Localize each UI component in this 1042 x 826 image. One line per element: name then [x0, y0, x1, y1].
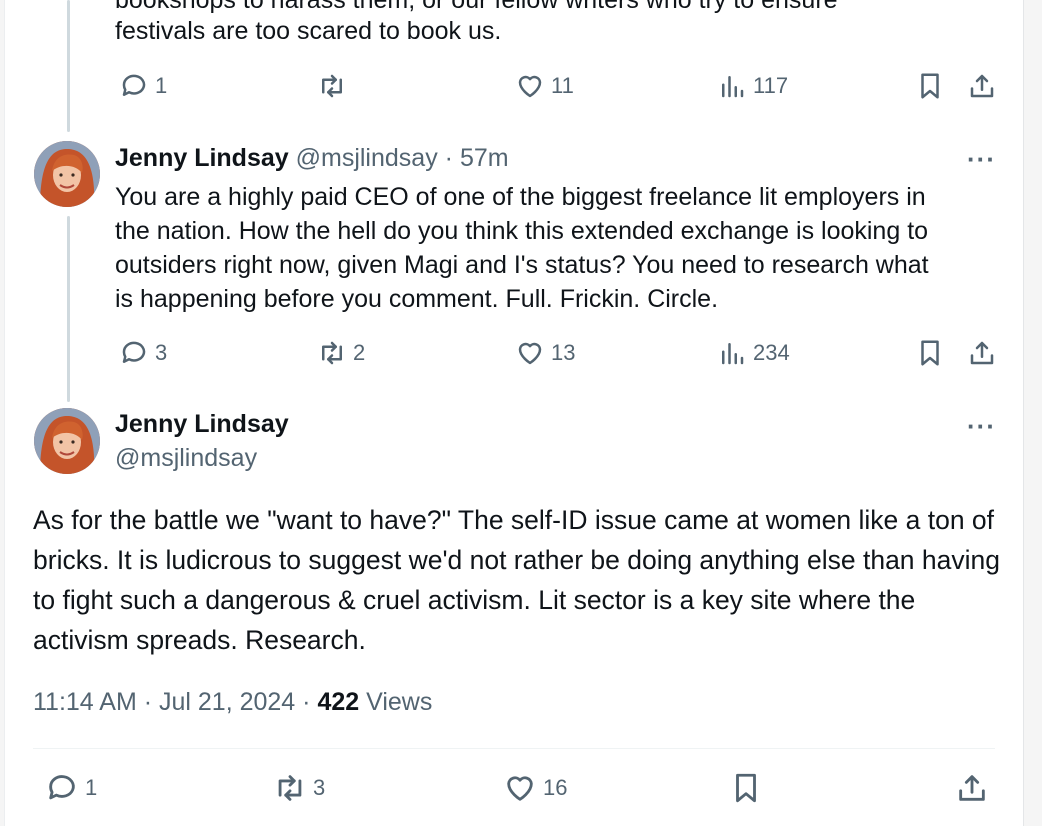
reply-icon — [122, 74, 146, 96]
tweet-meta: 11:14 AM · Jul 21, 2024 · 422 Views — [33, 688, 432, 717]
main-tweet-actions: 1 3 16 — [33, 770, 995, 810]
reply-button[interactable]: 1 — [119, 68, 167, 104]
share-button[interactable] — [967, 68, 997, 104]
avatar[interactable] — [34, 408, 100, 474]
tweet-timestamp[interactable]: 11:14 AM · Jul 21, 2024 · — [33, 688, 317, 716]
share-button[interactable] — [967, 335, 997, 371]
reply-count: 3 — [155, 340, 168, 365]
bookmark-icon — [921, 340, 939, 366]
tweet-thread-panel: bookshops to harass them, or our fellow … — [4, 0, 1024, 826]
like-button[interactable]: 11 — [515, 68, 574, 104]
avatar-portrait-icon — [34, 408, 100, 474]
repost-button[interactable]: 3 — [273, 770, 325, 806]
like-button[interactable]: 13 — [515, 335, 575, 371]
bookmark-button[interactable] — [729, 770, 763, 806]
author-handle[interactable]: @msjlindsay — [296, 144, 438, 172]
reply-icon — [122, 341, 146, 363]
author-name[interactable]: Jenny Lindsay — [115, 144, 289, 172]
views-icon — [722, 343, 744, 365]
heart-icon — [518, 75, 542, 98]
bookmark-icon — [736, 773, 756, 803]
reply-tweet-header: Jenny Lindsay @msjlindsay · 57m — [115, 143, 509, 173]
repost-button[interactable] — [317, 68, 353, 104]
bookmark-icon — [921, 73, 939, 99]
reply-button[interactable]: 3 — [119, 335, 167, 371]
heart-icon — [507, 776, 533, 801]
divider — [33, 748, 995, 749]
reply-count: 1 — [85, 775, 98, 800]
repost-button[interactable]: 2 — [317, 335, 365, 371]
reply-tweet-actions: 3 2 13 234 — [115, 335, 1005, 371]
avatar[interactable] — [34, 141, 100, 207]
main-tweet-text: As for the battle we "want to have?" The… — [33, 505, 1000, 655]
views-count: 234 — [753, 340, 790, 365]
top-tweet-text: festivals are too scared to book us. — [115, 17, 502, 45]
main-author-handle[interactable]: @msjlindsay — [115, 444, 257, 473]
like-count: 13 — [551, 340, 576, 365]
thread-line-bottom — [67, 216, 70, 402]
reply-button[interactable]: 1 — [45, 770, 97, 806]
tweet-time[interactable]: 57m — [460, 144, 509, 172]
repost-icon — [278, 775, 302, 801]
views-total: 422 — [317, 688, 360, 716]
share-button[interactable] — [955, 770, 989, 806]
repost-icon — [322, 341, 342, 365]
reply-count: 1 — [155, 73, 168, 98]
reply-tweet-text: You are a highly paid CEO of one of the … — [115, 183, 929, 313]
more-options-icon[interactable]: ··· — [967, 411, 996, 442]
share-icon — [970, 74, 994, 98]
views-button[interactable]: 234 — [717, 335, 790, 371]
main-author-name[interactable]: Jenny Lindsay — [115, 410, 289, 439]
bookmark-button[interactable] — [915, 68, 945, 104]
repost-icon — [322, 74, 342, 98]
like-count: 11 — [551, 73, 574, 98]
reply-icon — [49, 775, 75, 800]
top-tweet-actions: 1 11 117 — [115, 68, 1005, 104]
like-count: 16 — [543, 775, 568, 800]
bookmark-button[interactable] — [915, 335, 945, 371]
thread-line-top — [67, 0, 70, 132]
share-icon — [959, 775, 985, 801]
like-button[interactable]: 16 — [503, 770, 567, 806]
avatar-portrait-icon — [34, 141, 100, 207]
views-label: Views — [359, 688, 433, 716]
separator-dot: · — [444, 144, 453, 172]
views-count: 117 — [753, 73, 789, 98]
heart-icon — [518, 342, 542, 365]
repost-count: 2 — [353, 340, 366, 365]
views-button[interactable]: 117 — [717, 68, 788, 104]
share-icon — [970, 341, 994, 365]
repost-count: 3 — [313, 775, 326, 800]
views-icon — [722, 76, 744, 98]
more-options-icon[interactable]: ··· — [967, 144, 996, 175]
